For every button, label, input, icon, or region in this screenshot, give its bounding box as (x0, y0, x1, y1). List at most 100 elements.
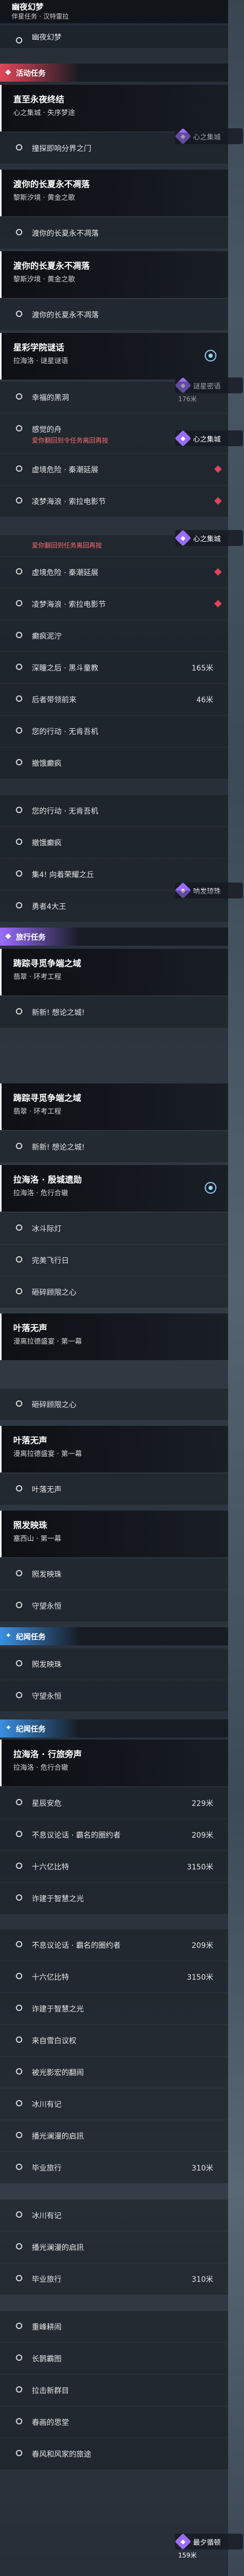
objective-row[interactable]: 新新! 想论之城! (0, 996, 228, 1028)
objective-row[interactable]: 砸碎顾限之心 (0, 1389, 228, 1421)
objective-row[interactable]: 诈建于智慧之光 (0, 1883, 228, 1915)
objective-row[interactable]: 渡你的长夏永不凋落 (0, 299, 228, 331)
objective-bullet-icon (16, 311, 22, 317)
quest-header[interactable]: 拉海洛 · 殷城遗勋 拉海洛 · 危行合辙 (0, 1165, 228, 1212)
objective-row[interactable]: 深瞳之后 · 黑斗童教 165米 (0, 652, 228, 684)
objective-label: 重峰耕闹 (32, 2323, 62, 2332)
objective-row[interactable]: 守望永恒 (0, 1590, 228, 1622)
quest-header[interactable]: 照发映珠 塞西山 · 第一幕 (0, 1511, 228, 1557)
objective-distance: 310米 (191, 2164, 213, 2173)
region-badge[interactable]: ◆ 最夕循顿 159米 (175, 2533, 243, 2559)
quest-subtitle: 翡翠 · 环考工程 (13, 1108, 62, 1116)
quest-subtitle: 漫离拉德盛宴 · 第一幕 (13, 1450, 82, 1458)
objective-row[interactable]: 毕业旅行 310米 (0, 2152, 228, 2184)
objective-bullet-icon (16, 2132, 22, 2138)
objective-row[interactable]: 癫疯泥泞 (0, 620, 228, 652)
objective-row[interactable]: 诈建于智慧之光 (0, 1993, 228, 2025)
objective-label: 勇者4大王 (32, 903, 66, 911)
quest-subtitle: 翡翠 · 环考工程 (13, 973, 62, 981)
objective-label: 集4! 向着荣耀之丘 (32, 871, 94, 879)
objective-bullet-icon (16, 37, 22, 43)
quest-header[interactable]: 踌踪寻觅争端之域 翡翠 · 环考工程 (0, 949, 228, 995)
quest-header[interactable]: 直至永夜终结 心之集城 · 失序梦途 (0, 85, 228, 131)
quest-title: 叶落无声 (13, 1435, 48, 1445)
objective-row[interactable]: 凌梦海浪 · 索拉电影节 (0, 486, 228, 517)
objective-row[interactable]: 勇者4大王 (0, 890, 228, 922)
track-target-icon[interactable] (205, 350, 216, 361)
objective-row[interactable]: 撤饿癫疯 (0, 827, 228, 859)
region-badge-icon: ◆ (175, 2533, 191, 2550)
objective-row[interactable]: 冰斗际灯 (0, 1213, 228, 1245)
objective-row[interactable]: 凌梦海浪 · 索拉电影节 (0, 588, 228, 620)
objective-bullet-icon (16, 1256, 22, 1263)
region-badge[interactable]: ◆ 心之集城 (175, 430, 243, 447)
objective-label: 不息议论话 · 霸名的圈约者 (32, 1831, 121, 1840)
objective-row[interactable]: 完美飞行日 (0, 1245, 228, 1276)
objective-row[interactable]: 冰川有记 (0, 2200, 228, 2231)
quest-header[interactable]: 叶落无声 漫离拉德盛宴 · 第一幕 (0, 1313, 228, 1360)
track-target-icon[interactable] (205, 1182, 216, 1194)
quest-header[interactable]: 渡你的长夏永不凋落 黎斯汐境 · 黄金之歌 (0, 251, 228, 298)
objective-row[interactable]: 播光澜漫的启訊 (0, 2231, 228, 2263)
section-discovery-2[interactable]: ✦ 纪闻任务 (0, 1719, 228, 1737)
objective-row[interactable]: 不息议论话 · 霸名的圈约者 209米 (0, 1929, 228, 1961)
objective-row[interactable]: 被光影宏的翻闹 (0, 2057, 228, 2088)
objective-row[interactable]: 毕业旅行 310米 (0, 2263, 228, 2295)
quest-header[interactable]: 踌踪寻觅争端之域 翡翠 · 环考工程 (0, 1083, 228, 1130)
objective-label: 星辰安危 (32, 1799, 62, 1808)
objective-bullet-icon (16, 664, 22, 670)
objective-row[interactable]: 幸福的黑洞 (0, 382, 228, 413)
quest-header[interactable]: 叶落无声 漫离拉德盛宴 · 第一幕 (0, 1426, 228, 1472)
objective-row[interactable]: 春画的思堂 (0, 2406, 228, 2438)
objective-row[interactable]: 春风和风家的旅途 (0, 2438, 228, 2470)
objective-row[interactable]: 十六亿比特 3150米 (0, 1851, 228, 1883)
objective-row[interactable]: 虚境危险 · 秦潮延展 (0, 454, 228, 486)
region-badge[interactable]: ◆ 心之集城 (175, 530, 243, 546)
objective-row[interactable]: 不息议论话 · 霸名的圈约者 209米 (0, 1819, 228, 1851)
objective-row[interactable]: 您的行动 · 无肯吾机 (0, 716, 228, 747)
quest-header[interactable]: 拉海洛 · 行旅旁声 拉海洛 · 危行合辙 (0, 1740, 228, 1786)
section-travel[interactable]: ◆ 旅行任务 (0, 928, 228, 946)
objective-row[interactable]: 新新! 想论之城! (0, 1131, 228, 1163)
objective-row[interactable]: 重峰耕闹 (0, 2311, 228, 2343)
objective-row[interactable]: 渡你的长夏永不凋落 (0, 217, 228, 249)
objective-row[interactable]: 虚境危险 · 秦潮延展 (0, 557, 228, 588)
objective-row[interactable]: 撞探即响分界之门 (0, 133, 228, 164)
section-discovery[interactable]: ✦ 纪闻任务 (0, 1627, 228, 1645)
quest-header[interactable]: 渡你的长夏永不凋落 黎斯汐境 · 黄金之歌 (0, 170, 228, 216)
objective-label: 被光影宏的翻闹 (32, 2069, 84, 2077)
objective-row[interactable]: 撤饿癫疯 (0, 747, 228, 779)
objective-row[interactable]: 守望永恒 (0, 1680, 228, 1712)
objective-row[interactable]: 后者带领前来 46米 (0, 684, 228, 716)
objective-row[interactable]: 拉击新群目 (0, 2375, 228, 2406)
pinned-quest[interactable]: 幽夜幻梦 伴星任务 · 汉特雷拉 (0, 0, 228, 23)
objective-bullet-icon (16, 2164, 22, 2170)
objective-row[interactable]: 照发映珠 (0, 1558, 228, 1590)
objective-label: 来自雪白议权 (32, 2037, 76, 2045)
objective-row[interactable]: 来自雪白议权 (0, 2025, 228, 2057)
objective-row[interactable]: 长鹊霸图 (0, 2343, 228, 2375)
objective-row[interactable]: 砸碎顾限之心 (0, 1276, 228, 1308)
objective-row[interactable]: 叶落无声 (0, 1474, 228, 1505)
objective-row[interactable]: 播光澜漫的启訊 (0, 2120, 228, 2152)
objective-bullet-icon (16, 2323, 22, 2329)
objective-distance: 229米 (191, 1799, 213, 1808)
objective-row[interactable]: 星辰安危 229米 (0, 1787, 228, 1819)
section-discovery-label: 纪闻任务 (16, 1725, 46, 1734)
objective-bullet-icon (16, 2068, 22, 2075)
objective-bullet-icon (16, 1288, 22, 1294)
objective-row[interactable]: 照发映珠 (0, 1648, 228, 1680)
objective-row[interactable]: 冰川有记 (0, 2088, 228, 2120)
objective-label: 播光澜漫的启訊 (32, 2244, 84, 2252)
objective-row[interactable]: 幽夜幻梦 (0, 25, 228, 49)
objective-row[interactable]: 十六亿比特 3150米 (0, 1961, 228, 1993)
section-event[interactable]: ◆ 活动任务 (0, 64, 228, 82)
objective-bullet-icon (16, 2418, 22, 2424)
objective-bullet-icon (16, 1400, 22, 1407)
objective-row[interactable]: 您的行动 · 无肯吾机 (0, 795, 228, 827)
objective-label: 凌梦海浪 · 索拉电影节 (32, 601, 106, 609)
objective-label: 撤饿癫疯 (32, 760, 62, 768)
quest-header[interactable]: 星彩学院谜话 拉海洛 · 谜星谜语 (0, 333, 228, 380)
objective-bullet-icon (16, 2036, 22, 2043)
objective-bullet-icon (16, 1224, 22, 1231)
